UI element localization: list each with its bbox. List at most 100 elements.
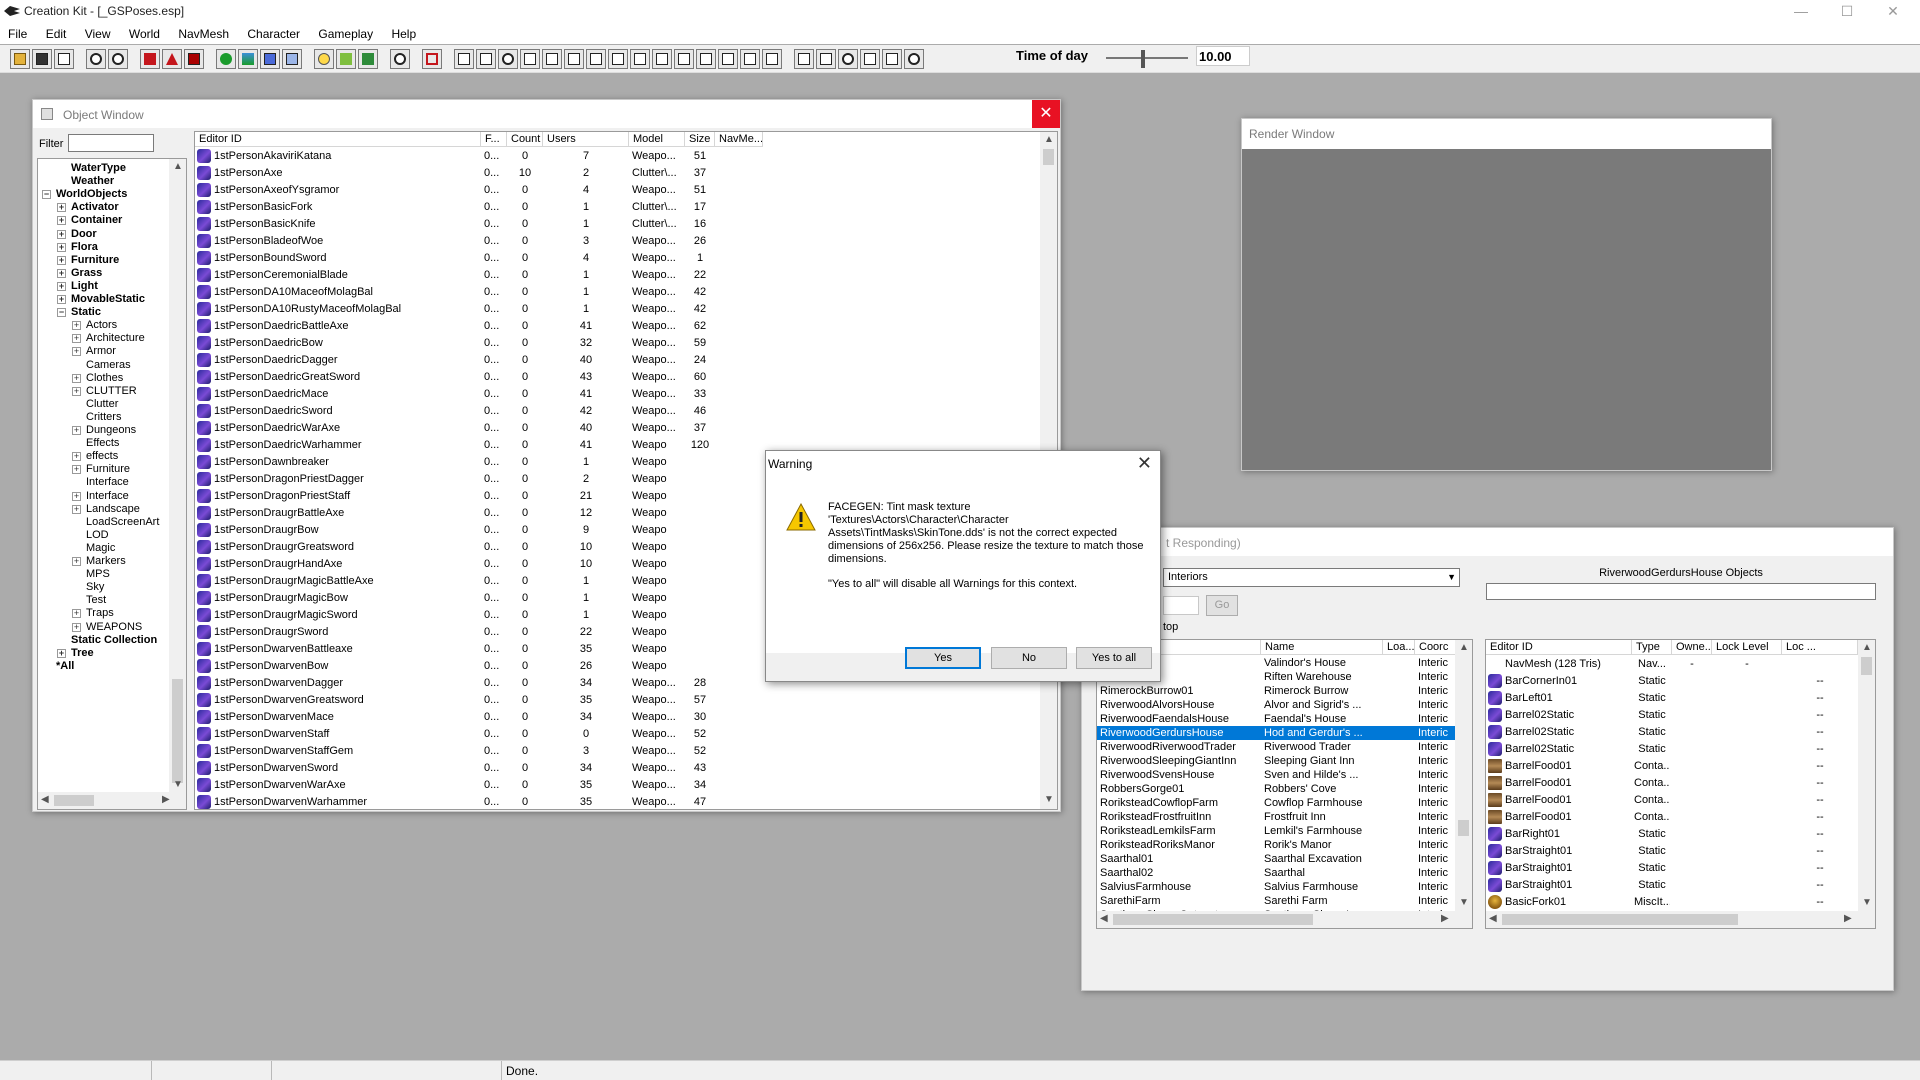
menu-character[interactable]: Character [239, 24, 307, 41]
cell-row[interactable]: SarethiFarm Sarethi Farm Interic [1097, 894, 1455, 908]
view-box-8-icon[interactable] [630, 49, 650, 69]
view-box-16-icon[interactable] [816, 49, 836, 69]
table-row[interactable]: 1stPersonDwarvenStaffGem 0... 0 3 Weapo... 52 [195, 743, 1040, 760]
cell-row[interactable]: RoriksteadCowflopFarm Cowflop Farmhouse In… [1097, 796, 1455, 810]
render-viewport[interactable] [1242, 149, 1771, 470]
tree-hscroll-thumb[interactable] [54, 795, 94, 806]
cell-list-hscroll[interactable]: ◀ ▶ [1097, 911, 1472, 928]
go-button[interactable]: Go [1206, 595, 1238, 616]
menu-view[interactable]: View [77, 24, 118, 41]
expand-icon[interactable]: + [57, 281, 66, 291]
table-row[interactable]: 1stPersonDaedricMace 0... 0 41 Weapo... 33 [195, 386, 1040, 403]
expand-icon[interactable]: + [72, 491, 81, 501]
maximize-button[interactable]: ☐ [1824, 0, 1870, 24]
table-row[interactable]: 1stPersonDwarvenGreatsword 0... 0 35 Weapo..… [195, 692, 1040, 709]
objects-scroll-down-icon[interactable]: ▼ [1862, 897, 1872, 908]
list-scroll-up-icon[interactable]: ▲ [1044, 134, 1054, 145]
column-header[interactable]: Size [685, 132, 715, 147]
objects-scroll-up-icon[interactable]: ▲ [1862, 642, 1872, 653]
expand-icon[interactable]: + [72, 609, 81, 619]
object-row[interactable]: Barrel02Static Static -- [1486, 741, 1858, 758]
view-box-3-icon[interactable] [520, 49, 540, 69]
expand-icon[interactable]: + [57, 216, 66, 226]
green-sphere-icon[interactable] [216, 49, 236, 69]
close-icon[interactable]: ✕ [1137, 453, 1152, 474]
table-row[interactable]: 1stPersonAkaviriKatana 0... 0 7 Weapo... 51 [195, 148, 1040, 165]
expand-icon[interactable]: + [72, 452, 81, 462]
expand-icon[interactable]: + [72, 334, 81, 344]
object-row[interactable]: BarrelFood01 Conta... -- [1486, 758, 1858, 775]
object-row[interactable]: BarStraight01 Static -- [1486, 860, 1858, 877]
menu-help[interactable]: Help [383, 24, 423, 41]
cell-list-scrollbar[interactable]: ▲ ▼ [1455, 640, 1472, 912]
table-row[interactable]: 1stPersonBasicKnife 0... 0 1 Clutter\... 16 [195, 216, 1040, 233]
list-scroll-thumb[interactable] [1043, 149, 1054, 165]
column-header[interactable]: Count [507, 132, 543, 147]
scroll-up-arrow-icon[interactable]: ▲ [173, 161, 183, 172]
terrain-icon[interactable] [358, 49, 378, 69]
view-box-6-icon[interactable] [586, 49, 606, 69]
cell-row[interactable]: RiverwoodSvensHouse Sven and Hilde's ... I… [1097, 768, 1455, 782]
expand-icon[interactable]: + [57, 203, 66, 213]
object-row[interactable]: BasicFork01 MiscIt... -- [1486, 894, 1858, 911]
expand-icon[interactable]: + [72, 557, 81, 566]
tree-scrollbar-vertical[interactable]: ▲ ▼ [169, 159, 186, 793]
object-row[interactable]: BarCornerIn01 Static -- [1486, 673, 1858, 690]
menu-edit[interactable]: Edit [38, 24, 74, 41]
objects-scroll-thumb[interactable] [1861, 657, 1872, 675]
cell-scroll-left-icon[interactable]: ◀ [1100, 913, 1108, 924]
view-box-10-icon[interactable] [674, 49, 694, 69]
table-row[interactable]: 1stPersonDaedricGreatSword 0... 0 43 Weapo..… [195, 369, 1040, 386]
time-of-day-slider-thumb[interactable] [1140, 50, 1145, 68]
list-scroll-down-icon[interactable]: ▼ [1044, 794, 1054, 805]
view-box-11-icon[interactable] [696, 49, 716, 69]
cell-row[interactable]: RoriksteadRoriksManor Rorik's Manor Interi… [1097, 838, 1455, 852]
table-row[interactable]: 1stPersonDwarvenMace 0... 0 34 Weapo... 30 [195, 709, 1040, 726]
table-row[interactable]: 1stPersonDwarvenStaff 0... 0 0 Weapo... 52 [195, 726, 1040, 743]
column-header[interactable]: F... [481, 132, 507, 147]
expand-icon[interactable]: + [72, 347, 81, 357]
collapse-icon[interactable]: − [57, 308, 66, 318]
menu-gameplay[interactable]: Gameplay [310, 24, 380, 41]
world-tools-icon[interactable] [282, 49, 302, 69]
cell-column-header[interactable]: Name [1261, 640, 1383, 655]
view-box-17-icon[interactable] [860, 49, 880, 69]
red-grid-icon[interactable] [184, 49, 204, 69]
view-box-9-icon[interactable] [652, 49, 672, 69]
landscape-icon[interactable] [238, 49, 258, 69]
cell-row-selected[interactable]: RiverwoodGerdursHouse Hod and Gerdur's ..… [1097, 726, 1455, 740]
time-of-day-value[interactable]: 10.00 [1196, 46, 1250, 66]
snap-icon[interactable] [422, 49, 442, 69]
filter-input[interactable] [68, 134, 154, 152]
red-marker-icon[interactable] [140, 49, 160, 69]
scroll-down-arrow-icon[interactable]: ▼ [173, 779, 183, 790]
table-row[interactable]: 1stPersonDwarvenWarAxe 0... 0 35 Weapo... 34 [195, 777, 1040, 794]
column-header[interactable]: Users [543, 132, 629, 147]
expand-icon[interactable]: + [57, 255, 66, 265]
column-header[interactable]: Model [629, 132, 685, 147]
cell-scroll-thumb[interactable] [1458, 820, 1469, 836]
objects-column-header[interactable]: Owne... [1672, 640, 1712, 655]
view-box-15-icon[interactable] [794, 49, 814, 69]
objects-column-header[interactable]: Type [1632, 640, 1672, 655]
expand-icon[interactable]: + [57, 268, 66, 278]
table-row[interactable]: 1stPersonAxeofYsgramor 0... 0 4 Weapo... 51 [195, 182, 1040, 199]
object-row[interactable]: Barrel02Static Static -- [1486, 707, 1858, 724]
object-row[interactable]: BarrelFood01 Conta... -- [1486, 775, 1858, 792]
close-icon[interactable]: ✕ [1032, 100, 1060, 128]
cell-row[interactable]: RiverwoodSleepingGiantInn Sleeping Giant … [1097, 754, 1455, 768]
objects-scroll-right-icon[interactable]: ▶ [1844, 913, 1852, 924]
tree-scroll-thumb[interactable] [172, 679, 183, 783]
light-bulb-icon[interactable] [314, 49, 334, 69]
cell-row[interactable]: Saarthal02 Saarthal Interic [1097, 866, 1455, 880]
view-box-2-icon[interactable] [476, 49, 496, 69]
table-row[interactable]: 1stPersonDaedricWarAxe 0... 0 40 Weapo... 37 [195, 420, 1040, 437]
table-row[interactable]: 1stPersonDA10MaceofMolagBal 0... 0 1 Weapo..… [195, 284, 1040, 301]
expand-icon[interactable]: + [57, 242, 66, 252]
expand-icon[interactable]: + [72, 321, 81, 331]
close-app-button[interactable]: ✕ [1870, 0, 1916, 24]
worldspace-dropdown[interactable]: Interiors ▼ [1163, 568, 1460, 587]
cell-objects-scrollbar[interactable]: ▲ ▼ [1858, 640, 1875, 912]
cell-row[interactable]: RiverwoodAlvorsHouse Alvor and Sigrid's .… [1097, 698, 1455, 712]
table-row[interactable]: 1stPersonBladeofWoe 0... 0 3 Weapo... 26 [195, 233, 1040, 250]
